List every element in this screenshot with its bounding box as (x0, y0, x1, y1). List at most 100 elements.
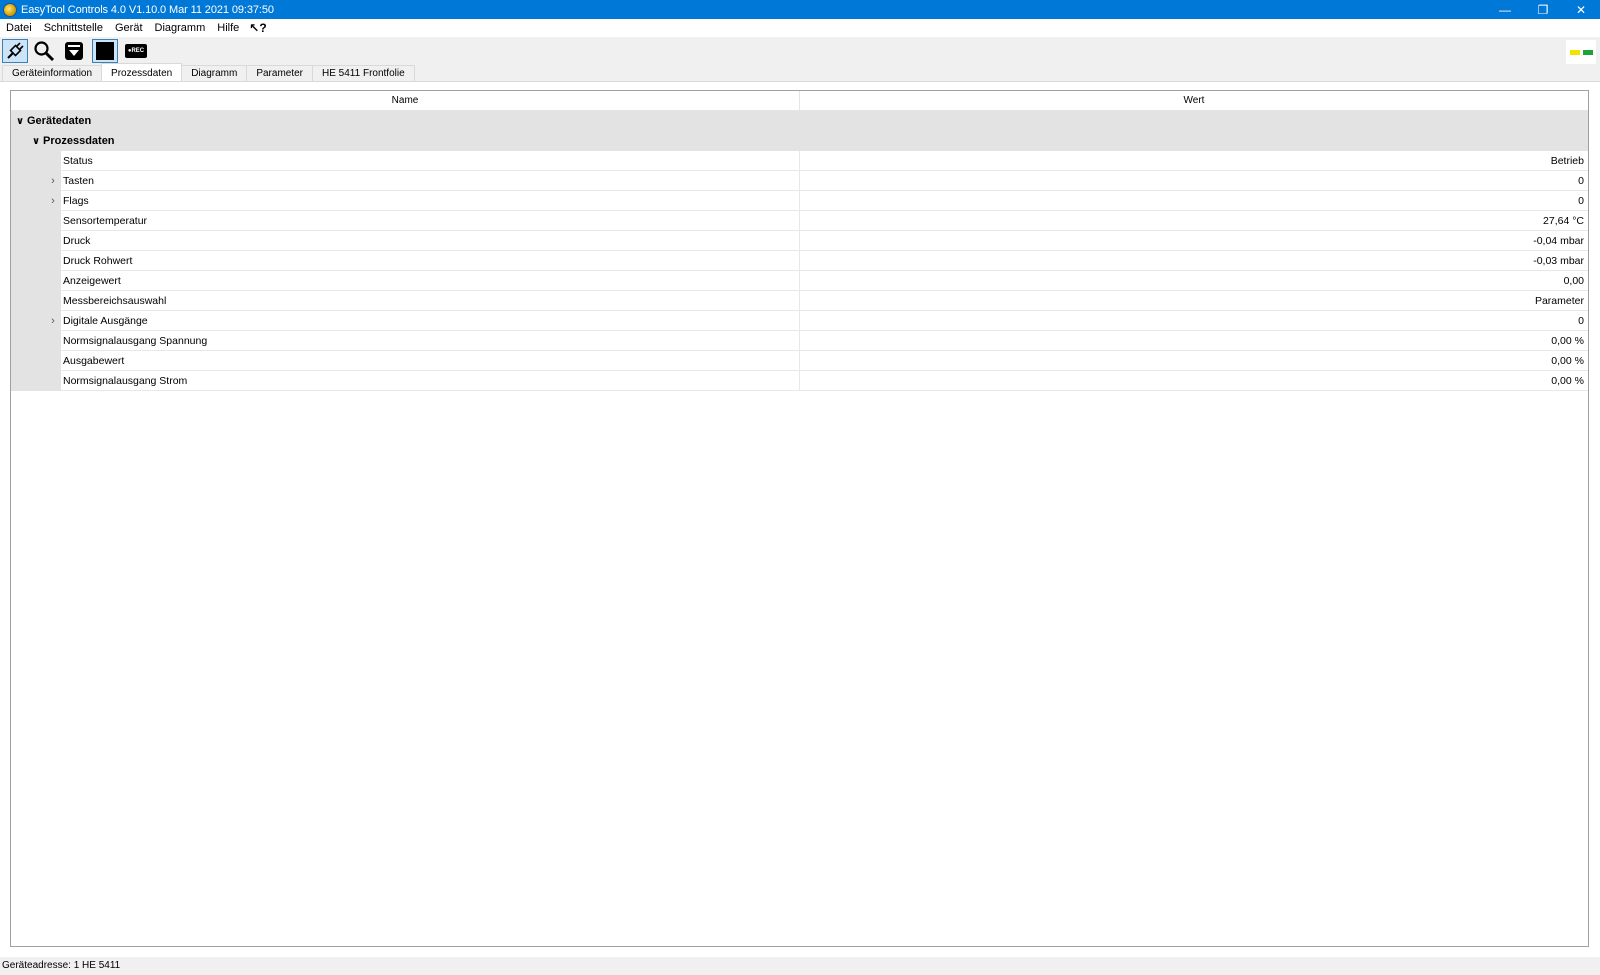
restore-button[interactable]: ❐ (1524, 0, 1562, 19)
property-name: Anzeigewert (61, 271, 800, 291)
table-row[interactable]: Normsignalausgang Spannung 0,00 % (11, 331, 1588, 351)
property-name: Messbereichsauswahl (61, 291, 800, 311)
main-panel: Name Wert ∨ Gerätedaten ∨ Prozessdaten S… (0, 82, 1600, 957)
menu-geraet[interactable]: Gerät (109, 19, 149, 37)
property-name: Tasten › (51, 171, 800, 191)
collapse-chevron-icon[interactable]: ∨ (13, 116, 27, 127)
property-value[interactable]: -0,04 mbar (800, 231, 1588, 251)
row-indent (11, 331, 61, 351)
row-indent (11, 371, 61, 391)
row-indent (11, 271, 61, 291)
download-button[interactable] (61, 39, 87, 63)
menu-diagramm[interactable]: Diagramm (149, 19, 212, 37)
table-row[interactable]: Anzeigewert 0,00 (11, 271, 1588, 291)
menu-hilfe[interactable]: Hilfe (211, 19, 245, 37)
grid-header: Name Wert (11, 91, 1588, 111)
property-value[interactable]: 0 (800, 191, 1588, 211)
tab-he5411-frontfolie[interactable]: HE 5411 Frontfolie (312, 65, 415, 81)
category-geraetedaten[interactable]: ∨ Gerätedaten (11, 111, 1588, 131)
property-value[interactable]: 0,00 (800, 271, 1588, 291)
record-label: ●REC (127, 48, 145, 54)
record-button[interactable]: ●REC (123, 39, 149, 63)
property-name-text: Normsignalausgang Spannung (63, 334, 208, 347)
row-indent (11, 151, 61, 171)
status-led-yellow (1569, 49, 1580, 55)
menu-bar: Datei Schnittstelle Gerät Diagramm Hilfe… (0, 19, 1600, 37)
property-value[interactable]: -0,03 mbar (800, 251, 1588, 271)
expand-chevron-icon[interactable]: › (47, 171, 59, 191)
property-value[interactable]: 0 (800, 311, 1588, 331)
property-name: Status (61, 151, 800, 171)
row-indent (11, 211, 61, 231)
search-device-button[interactable] (31, 39, 57, 63)
table-row[interactable]: Sensortemperatur 27,64 °C (11, 211, 1588, 231)
collapse-chevron-icon[interactable]: ∨ (29, 136, 43, 147)
property-name: Druck (61, 231, 800, 251)
row-indent (11, 231, 61, 251)
table-row[interactable]: Status Betrieb (11, 151, 1588, 171)
property-name-text: Digitale Ausgänge (63, 314, 148, 327)
expand-chevron-icon[interactable]: › (47, 311, 59, 331)
window-controls: — ❐ ✕ (1486, 0, 1600, 19)
connect-button[interactable] (2, 39, 28, 63)
property-value[interactable]: 0,00 % (800, 371, 1588, 391)
category-label: Prozessdaten (43, 135, 115, 147)
property-value[interactable]: 27,64 °C (800, 211, 1588, 231)
tab-prozessdaten[interactable]: Prozessdaten (101, 63, 183, 81)
close-button[interactable]: ✕ (1562, 0, 1600, 19)
status-bar: Geräteadresse: 1 HE 5411 (0, 957, 1600, 975)
table-row[interactable]: Tasten › 0 (11, 171, 1588, 191)
property-name: Normsignalausgang Spannung (61, 331, 800, 351)
toolbar: ●REC (0, 37, 1600, 65)
tab-geraeteinformation[interactable]: Geräteinformation (2, 65, 103, 81)
property-value[interactable]: 0 (800, 171, 1588, 191)
stop-button[interactable] (92, 39, 118, 63)
table-row[interactable]: Normsignalausgang Strom 0,00 % (11, 371, 1588, 391)
table-row[interactable]: Digitale Ausgänge › 0 (11, 311, 1588, 331)
menu-schnittstelle[interactable]: Schnittstelle (38, 19, 109, 37)
column-header-name[interactable]: Name (11, 91, 800, 110)
property-rows: Status Betrieb Tasten › 0 Flags › 0 Sensortemper… (11, 151, 1588, 391)
property-value[interactable]: Betrieb (800, 151, 1588, 171)
property-value[interactable]: 0,00 % (800, 351, 1588, 371)
property-name: Sensortemperatur (61, 211, 800, 231)
property-value[interactable]: 0,00 % (800, 331, 1588, 351)
column-header-wert[interactable]: Wert (800, 91, 1588, 110)
table-row[interactable]: Druck Rohwert -0,03 mbar (11, 251, 1588, 271)
download-icon (65, 42, 83, 60)
property-name-text: Sensortemperatur (63, 214, 148, 227)
table-row[interactable]: Druck -0,04 mbar (11, 231, 1588, 251)
row-indent (11, 251, 61, 271)
plug-connect-icon (7, 42, 24, 59)
stop-icon (96, 42, 114, 60)
property-name-text: Flags (63, 194, 89, 207)
status-led-green (1582, 49, 1593, 55)
property-name: Ausgabewert (61, 351, 800, 371)
expand-chevron-icon[interactable]: › (47, 191, 59, 211)
tab-diagramm[interactable]: Diagramm (181, 65, 248, 81)
property-name-text: Anzeigewert (63, 274, 121, 287)
property-name-text: Tasten (63, 174, 94, 187)
table-row[interactable]: Messbereichsauswahl Parameter (11, 291, 1588, 311)
table-row[interactable]: Flags › 0 (11, 191, 1588, 211)
table-row[interactable]: Ausgabewert 0,00 % (11, 351, 1588, 371)
property-value[interactable]: Parameter (800, 291, 1588, 311)
title-bar: EasyTool Controls 4.0 V1.10.0 Mar 11 202… (0, 0, 1600, 19)
category-label: Gerätedaten (27, 115, 92, 127)
search-icon (34, 41, 55, 62)
property-name-text: Status (63, 154, 93, 167)
menu-datei[interactable]: Datei (0, 19, 38, 37)
tab-parameter[interactable]: Parameter (246, 65, 314, 81)
property-name: Digitale Ausgänge › (51, 311, 800, 331)
context-help-icon[interactable]: ↖? (245, 19, 270, 37)
category-prozessdaten[interactable]: ∨ Prozessdaten (11, 131, 1588, 151)
minimize-button[interactable]: — (1486, 0, 1524, 19)
row-indent (11, 351, 61, 371)
connection-status-indicator (1566, 40, 1596, 64)
row-indent (11, 291, 61, 311)
window-title: EasyTool Controls 4.0 V1.10.0 Mar 11 202… (21, 3, 274, 16)
property-name-text: Messbereichsauswahl (63, 294, 167, 307)
property-name: Druck Rohwert (61, 251, 800, 271)
tab-strip: Geräteinformation Prozessdaten Diagramm … (0, 63, 1600, 82)
property-name-text: Normsignalausgang Strom (63, 374, 188, 387)
